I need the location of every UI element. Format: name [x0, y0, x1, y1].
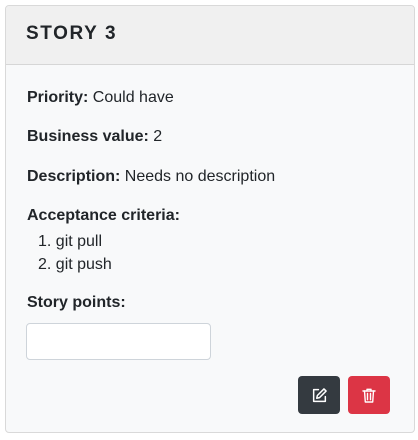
description-field: Description: Needs no description: [27, 166, 275, 188]
acceptance-criteria-field: Acceptance criteria:: [27, 205, 180, 227]
description-label: Description:: [27, 168, 121, 185]
story-title: STORY 3: [26, 23, 118, 44]
priority-label: Priority:: [27, 89, 89, 106]
story-points-input[interactable]: [26, 323, 211, 360]
delete-button[interactable]: [348, 376, 390, 414]
edit-button[interactable]: [298, 376, 340, 414]
business-value-label: Business value:: [27, 128, 149, 145]
edit-icon: [311, 387, 328, 404]
story-card-header: STORY 3: [6, 6, 414, 65]
priority-value: Could have: [92, 89, 174, 106]
story-card: STORY 3 Priority: Could have Business va…: [5, 5, 415, 433]
list-item: 1. git pull: [38, 233, 103, 250]
description-value: Needs no description: [124, 168, 276, 185]
trash-icon: [361, 387, 377, 404]
priority-field: Priority: Could have: [27, 87, 174, 109]
business-value-value: 2: [153, 128, 163, 145]
story-points-label: Story points:: [27, 294, 126, 311]
acceptance-criteria-list: 1. git pull 2. git push: [38, 230, 112, 276]
business-value-field: Business value: 2: [27, 126, 162, 148]
acceptance-criteria-label: Acceptance criteria:: [27, 207, 180, 224]
list-item: 2. git push: [38, 256, 112, 273]
story-points-field: Story points:: [27, 292, 126, 314]
